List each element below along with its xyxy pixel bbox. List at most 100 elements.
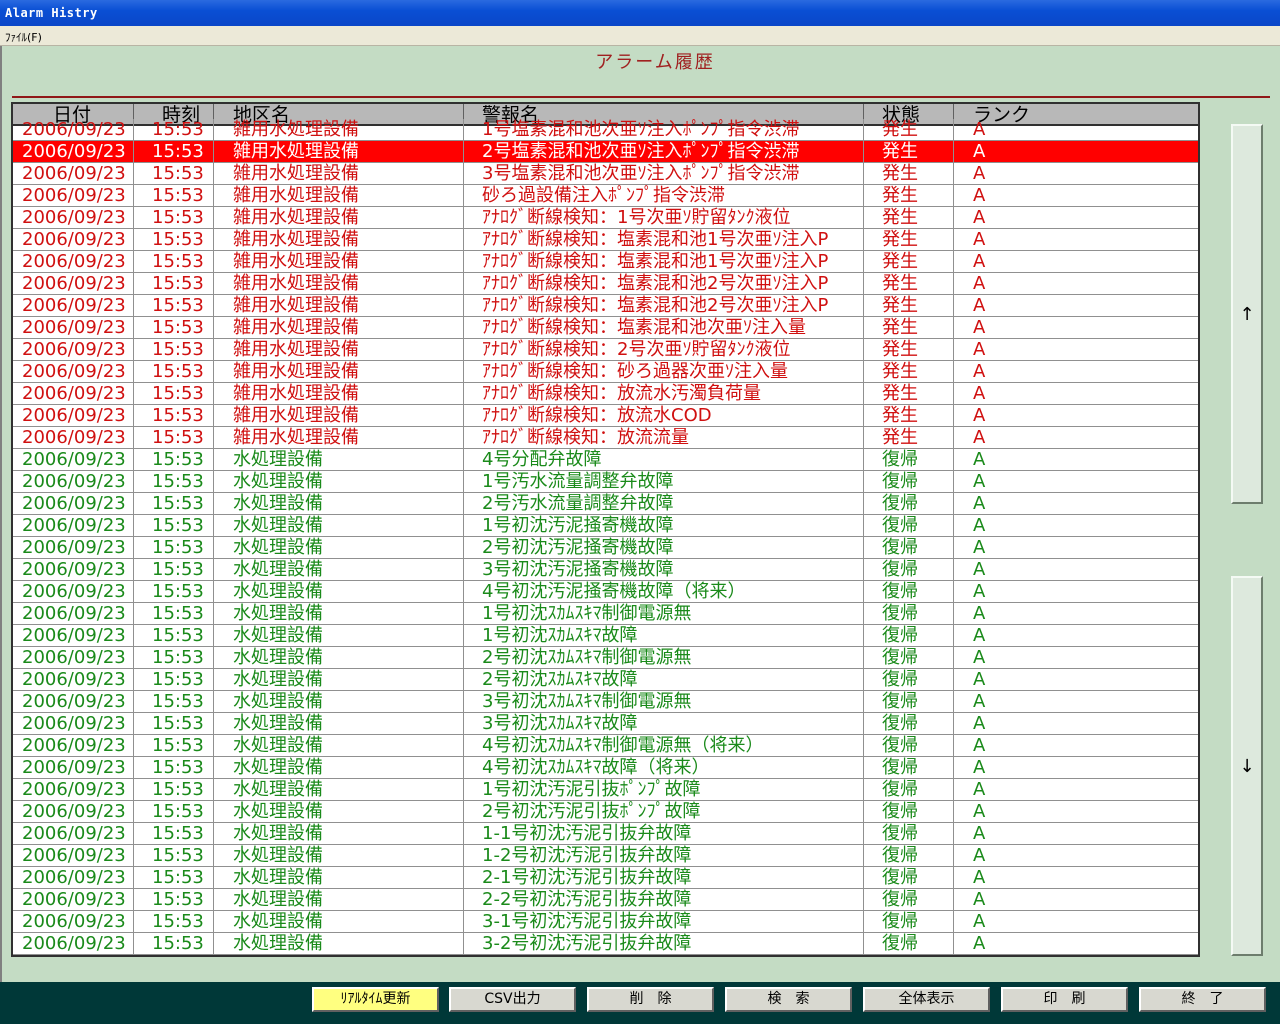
search-button[interactable]: 検 索 [725, 987, 852, 1012]
cell-date: 2006/09/23 [13, 427, 134, 448]
cell-date: 2006/09/23 [13, 405, 134, 426]
table-row[interactable]: 2006/09/23 15:53 雑用水処理設備 ｱﾅﾛｸﾞ断線検知：2号次亜ｿ貯留ﾀ… [13, 339, 1198, 361]
cell-area: 水処理設備 [214, 515, 464, 536]
cell-rank: A [973, 383, 986, 404]
cell-date: 2006/09/23 [13, 735, 134, 756]
cell-date: 2006/09/23 [13, 471, 134, 492]
cell-msg: ｱﾅﾛｸﾞ断線検知：放流水COD [464, 405, 864, 426]
cell-time: 15:53 [134, 603, 214, 624]
cell-msg: ｱﾅﾛｸﾞ断線検知：塩素混和池次亜ｿ注入量 [464, 317, 864, 338]
cell-msg: 4号初沈ｽｶﾑｽｷﾏ故障（将来） [464, 757, 864, 778]
cell-state: 復帰 [864, 845, 954, 866]
cell-state: 復帰 [864, 537, 954, 558]
cell-state: 発生 [864, 163, 954, 184]
cell-state: 復帰 [864, 581, 954, 602]
table-row[interactable]: 2006/09/23 15:53 雑用水処理設備 ｱﾅﾛｸﾞ断線検知：塩素混和池2号次… [13, 273, 1198, 295]
table-row[interactable]: 2006/09/23 15:53 水処理設備 1号初沈汚泥引抜ﾎﾟﾝﾌﾟ故障 復帰 A [13, 779, 1198, 801]
table-row[interactable]: 2006/09/23 15:53 水処理設備 3号初沈汚泥掻寄機故障 復帰 A [13, 559, 1198, 581]
table-row[interactable]: 2006/09/23 15:53 雑用水処理設備 1号塩素混和池次亜ｿ注入ﾎﾟﾝﾌﾟ指… [13, 119, 1198, 141]
table-row[interactable]: 2006/09/23 15:53 雑用水処理設備 3号塩素混和池次亜ｿ注入ﾎﾟﾝﾌﾟ指… [13, 163, 1198, 185]
table-row[interactable]: 2006/09/23 15:53 水処理設備 4号分配弁故障 復帰 A [13, 449, 1198, 471]
table-row[interactable]: 2006/09/23 15:53 水処理設備 4号初沈ｽｶﾑｽｷﾏ故障（将来） 復帰 A [13, 757, 1198, 779]
table-row[interactable]: 2006/09/23 15:53 水処理設備 2号初沈ｽｶﾑｽｷﾏ制御電源無 復帰 A [13, 647, 1198, 669]
cell-msg: ｱﾅﾛｸﾞ断線検知：塩素混和池2号次亜ｿ注入P [464, 273, 864, 294]
cell-state: 発生 [864, 317, 954, 338]
cell-time: 15:53 [134, 273, 214, 294]
cell-state: 復帰 [864, 867, 954, 888]
cell-area: 雑用水処理設備 [214, 229, 464, 250]
cell-rank: A [973, 449, 986, 470]
cell-date: 2006/09/23 [13, 339, 134, 360]
exit-button[interactable]: 終 了 [1139, 987, 1266, 1012]
table-row[interactable]: 2006/09/23 15:53 雑用水処理設備 ｱﾅﾛｸﾞ断線検知：塩素混和池2号次… [13, 295, 1198, 317]
cell-time: 15:53 [134, 801, 214, 822]
cell-rank: A [973, 163, 986, 184]
table-row[interactable]: 2006/09/23 15:53 雑用水処理設備 ｱﾅﾛｸﾞ断線検知：1号次亜ｿ貯留ﾀ… [13, 207, 1198, 229]
cell-time: 15:53 [134, 163, 214, 184]
cell-time: 15:53 [134, 691, 214, 712]
table-row[interactable]: 2006/09/23 15:53 水処理設備 2-1号初沈汚泥引抜弁故障 復帰 A [13, 867, 1198, 889]
cell-area: 水処理設備 [214, 449, 464, 470]
cell-time: 15:53 [134, 911, 214, 932]
cell-area: 雑用水処理設備 [214, 361, 464, 382]
cell-state: 復帰 [864, 933, 954, 954]
table-row[interactable]: 2006/09/23 15:53 水処理設備 1-2号初沈汚泥引抜弁故障 復帰 A [13, 845, 1198, 867]
scroll-down-button[interactable]: ↓ [1231, 576, 1263, 956]
cell-date: 2006/09/23 [13, 185, 134, 206]
table-row[interactable]: 2006/09/23 15:53 水処理設備 3-2号初沈汚泥引抜弁故障 復帰 A [13, 933, 1198, 955]
table-row[interactable]: 2006/09/23 15:53 雑用水処理設備 ｱﾅﾛｸﾞ断線検知：放流水COD 発生… [13, 405, 1198, 427]
table-row[interactable]: 2006/09/23 15:53 雑用水処理設備 ｱﾅﾛｸﾞ断線検知：塩素混和池1号次… [13, 251, 1198, 273]
table-row[interactable]: 2006/09/23 15:53 水処理設備 1号初沈ｽｶﾑｽｷﾏ故障 復帰 A [13, 625, 1198, 647]
table-row[interactable]: 2006/09/23 15:53 雑用水処理設備 ｱﾅﾛｸﾞ断線検知：放流流量 発生 A [13, 427, 1198, 449]
table-row[interactable]: 2006/09/23 15:53 水処理設備 2号汚水流量調整弁故障 復帰 A [13, 493, 1198, 515]
show-all-button[interactable]: 全体表示 [863, 987, 990, 1012]
cell-msg: ｱﾅﾛｸﾞ断線検知：砂ろ過器次亜ｿ注入量 [464, 361, 864, 382]
realtime-update-button[interactable]: ﾘｱﾙﾀｲﾑ更新 [312, 987, 439, 1012]
cell-time: 15:53 [134, 867, 214, 888]
cell-msg: 1号初沈汚泥引抜ﾎﾟﾝﾌﾟ故障 [464, 779, 864, 800]
cell-date: 2006/09/23 [13, 691, 134, 712]
menu-file[interactable]: ﾌｧｲﾙ(F) [5, 31, 42, 44]
cell-msg: 3号塩素混和池次亜ｿ注入ﾎﾟﾝﾌﾟ指令渋滞 [464, 163, 864, 184]
table-row[interactable]: 2006/09/23 15:53 水処理設備 2-2号初沈汚泥引抜弁故障 復帰 A [13, 889, 1198, 911]
cell-area: 雑用水処理設備 [214, 119, 464, 140]
table-row[interactable]: 2006/09/23 15:53 水処理設備 1号初沈汚泥掻寄機故障 復帰 A [13, 515, 1198, 537]
cell-rank: A [973, 537, 986, 558]
table-row[interactable]: 2006/09/23 15:53 水処理設備 3号初沈ｽｶﾑｽｷﾏ制御電源無 復帰 A [13, 691, 1198, 713]
print-button[interactable]: 印 刷 [1001, 987, 1128, 1012]
table-row[interactable]: 2006/09/23 15:53 雑用水処理設備 ｱﾅﾛｸﾞ断線検知：塩素混和池1号次… [13, 229, 1198, 251]
cell-state: 発生 [864, 251, 954, 272]
cell-rank: A [973, 933, 986, 954]
table-row[interactable]: 2006/09/23 15:53 水処理設備 2号初沈ｽｶﾑｽｷﾏ故障 復帰 A [13, 669, 1198, 691]
delete-button[interactable]: 削 除 [587, 987, 714, 1012]
cell-time: 15:53 [134, 581, 214, 602]
cell-date: 2006/09/23 [13, 493, 134, 514]
cell-state: 発生 [864, 361, 954, 382]
table-row[interactable]: 2006/09/23 15:53 水処理設備 4号初沈汚泥掻寄機故障（将来） 復帰 A [13, 581, 1198, 603]
table-row[interactable]: 2006/09/23 15:53 雑用水処理設備 ｱﾅﾛｸﾞ断線検知：放流水汚濁負荷量… [13, 383, 1198, 405]
table-row[interactable]: 2006/09/23 15:53 水処理設備 1号汚水流量調整弁故障 復帰 A [13, 471, 1198, 493]
table-row[interactable]: 2006/09/23 15:53 雑用水処理設備 2号塩素混和池次亜ｿ注入ﾎﾟﾝﾌﾟ指… [13, 141, 1198, 163]
cell-date: 2006/09/23 [13, 515, 134, 536]
table-row[interactable]: 2006/09/23 15:53 水処理設備 4号初沈ｽｶﾑｽｷﾏ制御電源無（将来）復… [13, 735, 1198, 757]
cell-msg: ｱﾅﾛｸﾞ断線検知：放流水汚濁負荷量 [464, 383, 864, 404]
table-row[interactable]: 2006/09/23 15:53 水処理設備 1-1号初沈汚泥引抜弁故障 復帰 A [13, 823, 1198, 845]
scroll-up-button[interactable]: ↑ [1231, 124, 1263, 504]
alarm-history-table[interactable]: 日付 時刻 地区名 警報名 状態 ランク 2006/09/23 15:53 雑用水処… [11, 102, 1200, 957]
cell-date: 2006/09/23 [13, 559, 134, 580]
table-row[interactable]: 2006/09/23 15:53 水処理設備 2号初沈汚泥掻寄機故障 復帰 A [13, 537, 1198, 559]
cell-msg: 3-1号初沈汚泥引抜弁故障 [464, 911, 864, 932]
table-row[interactable]: 2006/09/23 15:53 雑用水処理設備 砂ろ過設備注入ﾎﾟﾝﾌﾟ指令渋滞 発生… [13, 185, 1198, 207]
csv-export-button[interactable]: CSV出力 [449, 987, 576, 1012]
window-title: Alarm Histry [5, 6, 98, 20]
table-row[interactable]: 2006/09/23 15:53 水処理設備 3号初沈ｽｶﾑｽｷﾏ故障 復帰 A [13, 713, 1198, 735]
table-row[interactable]: 2006/09/23 15:53 雑用水処理設備 ｱﾅﾛｸﾞ断線検知：砂ろ過器次亜ｿ注… [13, 361, 1198, 383]
cell-rank: A [973, 119, 986, 140]
table-row[interactable]: 2006/09/23 15:53 水処理設備 1号初沈ｽｶﾑｽｷﾏ制御電源無 復帰 A [13, 603, 1198, 625]
table-row[interactable]: 2006/09/23 15:53 雑用水処理設備 ｱﾅﾛｸﾞ断線検知：塩素混和池次亜ｿ… [13, 317, 1198, 339]
table-row[interactable]: 2006/09/23 15:53 水処理設備 3-1号初沈汚泥引抜弁故障 復帰 A [13, 911, 1198, 933]
cell-state: 復帰 [864, 603, 954, 624]
cell-time: 15:53 [134, 515, 214, 536]
cell-time: 15:53 [134, 757, 214, 778]
table-row[interactable]: 2006/09/23 15:53 水処理設備 2号初沈汚泥引抜ﾎﾟﾝﾌﾟ故障 復帰 A [13, 801, 1198, 823]
